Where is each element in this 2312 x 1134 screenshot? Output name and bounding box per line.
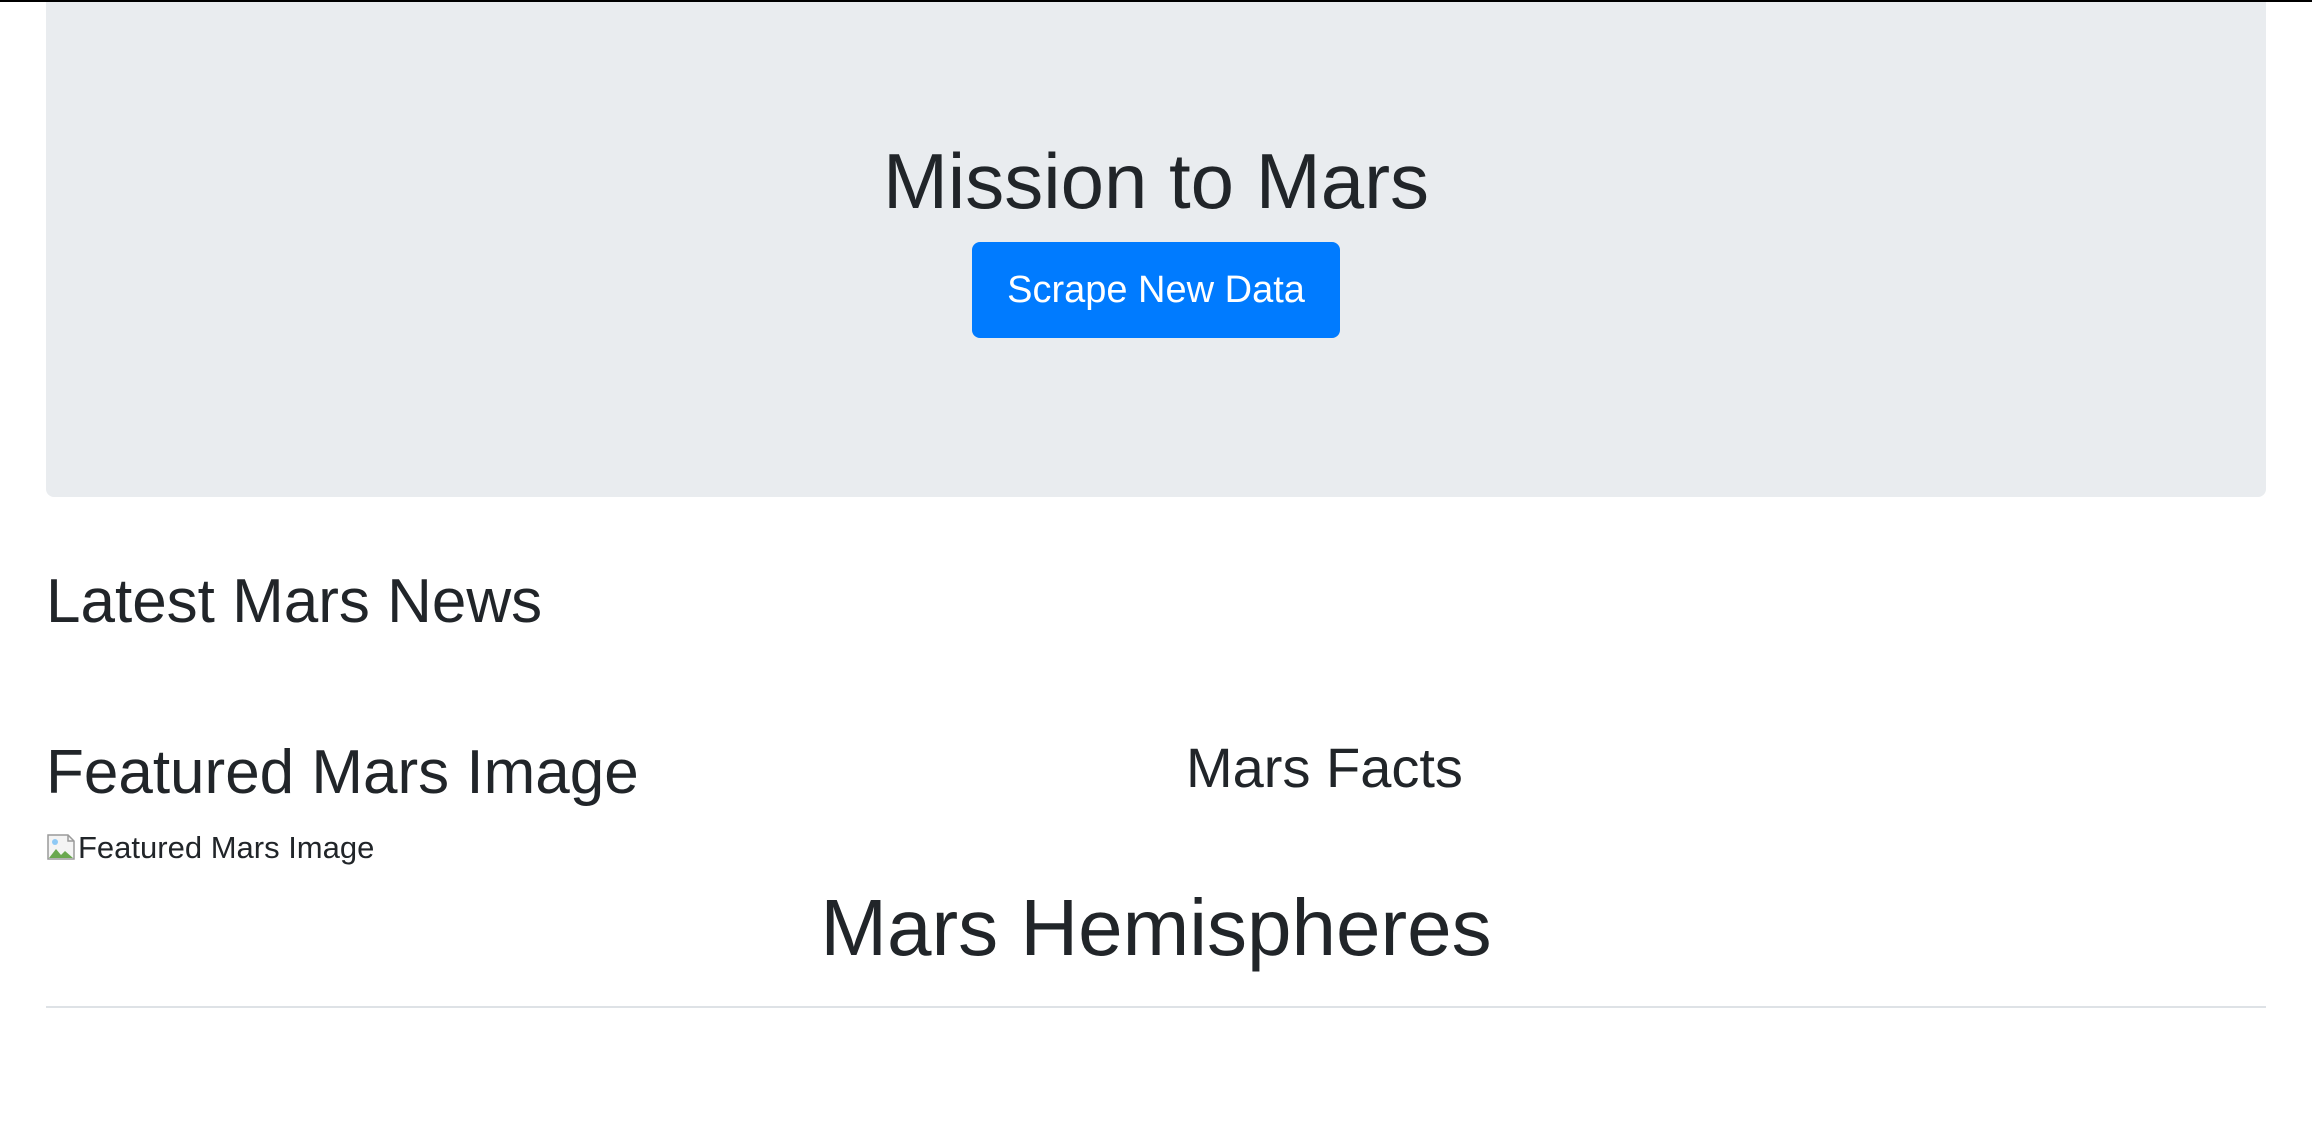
latest-news-heading: Latest Mars News	[46, 567, 543, 636]
page-title: Mission to Mars	[882, 137, 1430, 225]
featured-mars-image: Featured Mars Image	[46, 829, 374, 867]
section-divider	[46, 1006, 2266, 1008]
mars-hemispheres-heading: Mars Hemispheres	[820, 883, 1492, 972]
featured-image-alt-text: Featured Mars Image	[78, 830, 375, 865]
featured-image-heading: Featured Mars Image	[46, 738, 639, 807]
mars-facts-heading: Mars Facts	[1186, 736, 1463, 799]
jumbotron: Mission to Mars Scrape New Data	[46, 2, 2266, 497]
scrape-new-data-button[interactable]: Scrape New Data	[972, 242, 1340, 338]
broken-image-icon	[47, 834, 75, 860]
